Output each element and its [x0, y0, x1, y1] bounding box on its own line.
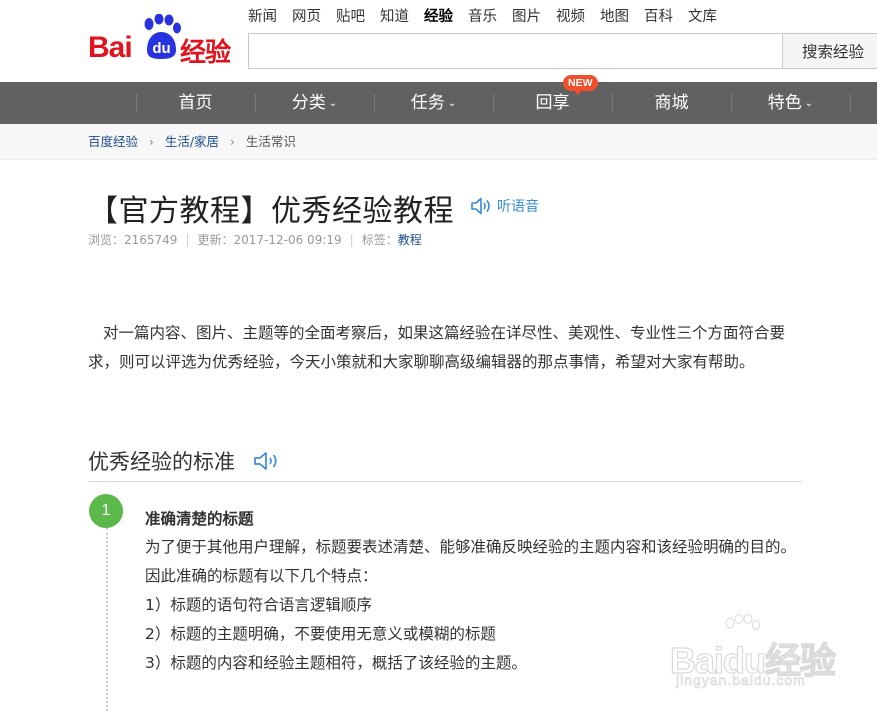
chevron-down-icon: ⌄ [447, 98, 457, 109]
breadcrumb-current: 生活常识 [245, 134, 296, 149]
watermark-url: jingyan.baidu.com [676, 672, 806, 689]
chevron-right-icon: › [149, 135, 154, 149]
meta-divider: | [185, 233, 190, 247]
product-nav-item[interactable]: 网页 [292, 7, 321, 27]
meta-divider: | [349, 233, 354, 247]
main-nav-item[interactable]: 分类 ⌄ [255, 82, 374, 124]
breadcrumb-category[interactable]: 生活/家居 [165, 124, 219, 160]
chevron-right-icon: › [230, 135, 235, 149]
step-timeline [106, 528, 108, 711]
nav-divider [850, 94, 851, 112]
product-nav-item[interactable]: 地图 [600, 7, 629, 27]
product-nav-item[interactable]: 贴吧 [336, 7, 365, 27]
main-nav-item[interactable]: 任务 ⌄ [374, 82, 493, 124]
tag-label: 标签： [361, 233, 398, 247]
main-nav-item[interactable]: 特色 ⌄ [731, 82, 850, 124]
breadcrumb-bar: 百度经验 › 生活/家居 › 生活常识 [0, 124, 877, 160]
main-nav-label: 分类 [291, 93, 326, 113]
new-badge: NEW [563, 75, 598, 95]
breadcrumb-home[interactable]: 百度经验 [88, 124, 138, 160]
main-nav-item[interactable]: 首页 [136, 82, 255, 124]
section-title: 优秀经验的标准 [88, 450, 235, 474]
product-nav-item[interactable]: 图片 [512, 7, 541, 27]
logo-jingyan-text: 经验 [180, 38, 231, 68]
view-count: 浏览：2165749 [88, 233, 178, 247]
product-nav-item[interactable]: 视频 [556, 7, 585, 27]
product-nav-item[interactable]: 新闻 [248, 7, 277, 27]
baidu-paw-icon: du [144, 14, 181, 59]
main-nav-label: 任务 [410, 93, 445, 113]
search-button[interactable]: 搜索经验 [782, 33, 877, 69]
search-input[interactable] [249, 34, 783, 68]
product-nav-item[interactable]: 经验 [424, 7, 453, 27]
site-header: Bai du 经验 新闻 网页 贴吧 知道 经验 音乐 图片 视频 地图 百科 文库 搜索经验 [0, 0, 877, 82]
tag-link[interactable]: 教程 [398, 233, 422, 247]
product-nav: 新闻 网页 贴吧 知道 经验 音乐 图片 视频 地图 百科 文库 [248, 7, 732, 27]
main-nav-label: 特色 [767, 93, 802, 113]
product-nav-item[interactable]: 知道 [380, 7, 409, 27]
update-time: 更新：2017-12-06 09:19 [197, 233, 342, 247]
speaker-icon [471, 197, 490, 215]
chevron-down-icon: ⌄ [328, 98, 338, 109]
section-header: 优秀经验的标准 [88, 446, 802, 482]
logo-bai-text: Bai [88, 31, 133, 64]
article-intro: 对一篇内容、图片、主题等的全面考察后，如果这篇经验在详尽性、美观性、专业性三个方… [88, 324, 786, 371]
listen-audio-button[interactable]: 听语音 [470, 196, 539, 216]
product-nav-item[interactable]: 文库 [688, 7, 717, 27]
breadcrumb: 百度经验 › 生活/家居 › 生活常识 [88, 124, 296, 160]
baidu-jingyan-logo[interactable]: Bai du 经验 [88, 14, 238, 68]
listen-label: 听语音 [497, 199, 539, 215]
main-nav-item[interactable]: 商城 [612, 82, 731, 124]
article-title: 【官方教程】优秀经验教程 [88, 194, 454, 229]
step-title: 准确清楚的标题 [145, 510, 254, 528]
search-box [248, 33, 783, 69]
step-paragraph: 为了便于其他用户理解，标题要表述清楚、能够准确反映经验的主题内容和该经验明确的目… [145, 538, 797, 585]
baidu-jingyan-watermark: Baidu经验 jingyan.baidu.com [668, 614, 868, 694]
logo-du-text: du [152, 40, 170, 57]
main-nav-label: 商城 [654, 93, 689, 113]
product-nav-item[interactable]: 百科 [644, 7, 673, 27]
main-nav: 首页 分类 ⌄ 任务 ⌄ 回享 商城 特色 ⌄ [0, 82, 877, 124]
product-nav-item[interactable]: 音乐 [468, 7, 497, 27]
main-nav-label: 回享 [535, 93, 570, 113]
step-number-badge: 1 [89, 494, 123, 528]
article-meta: 浏览：2165749 | 更新：2017-12-06 09:19 | 标签：教程 [88, 231, 422, 248]
speaker-icon[interactable] [253, 450, 283, 472]
chevron-down-icon: ⌄ [804, 98, 814, 109]
main-nav-label: 首页 [178, 93, 213, 113]
